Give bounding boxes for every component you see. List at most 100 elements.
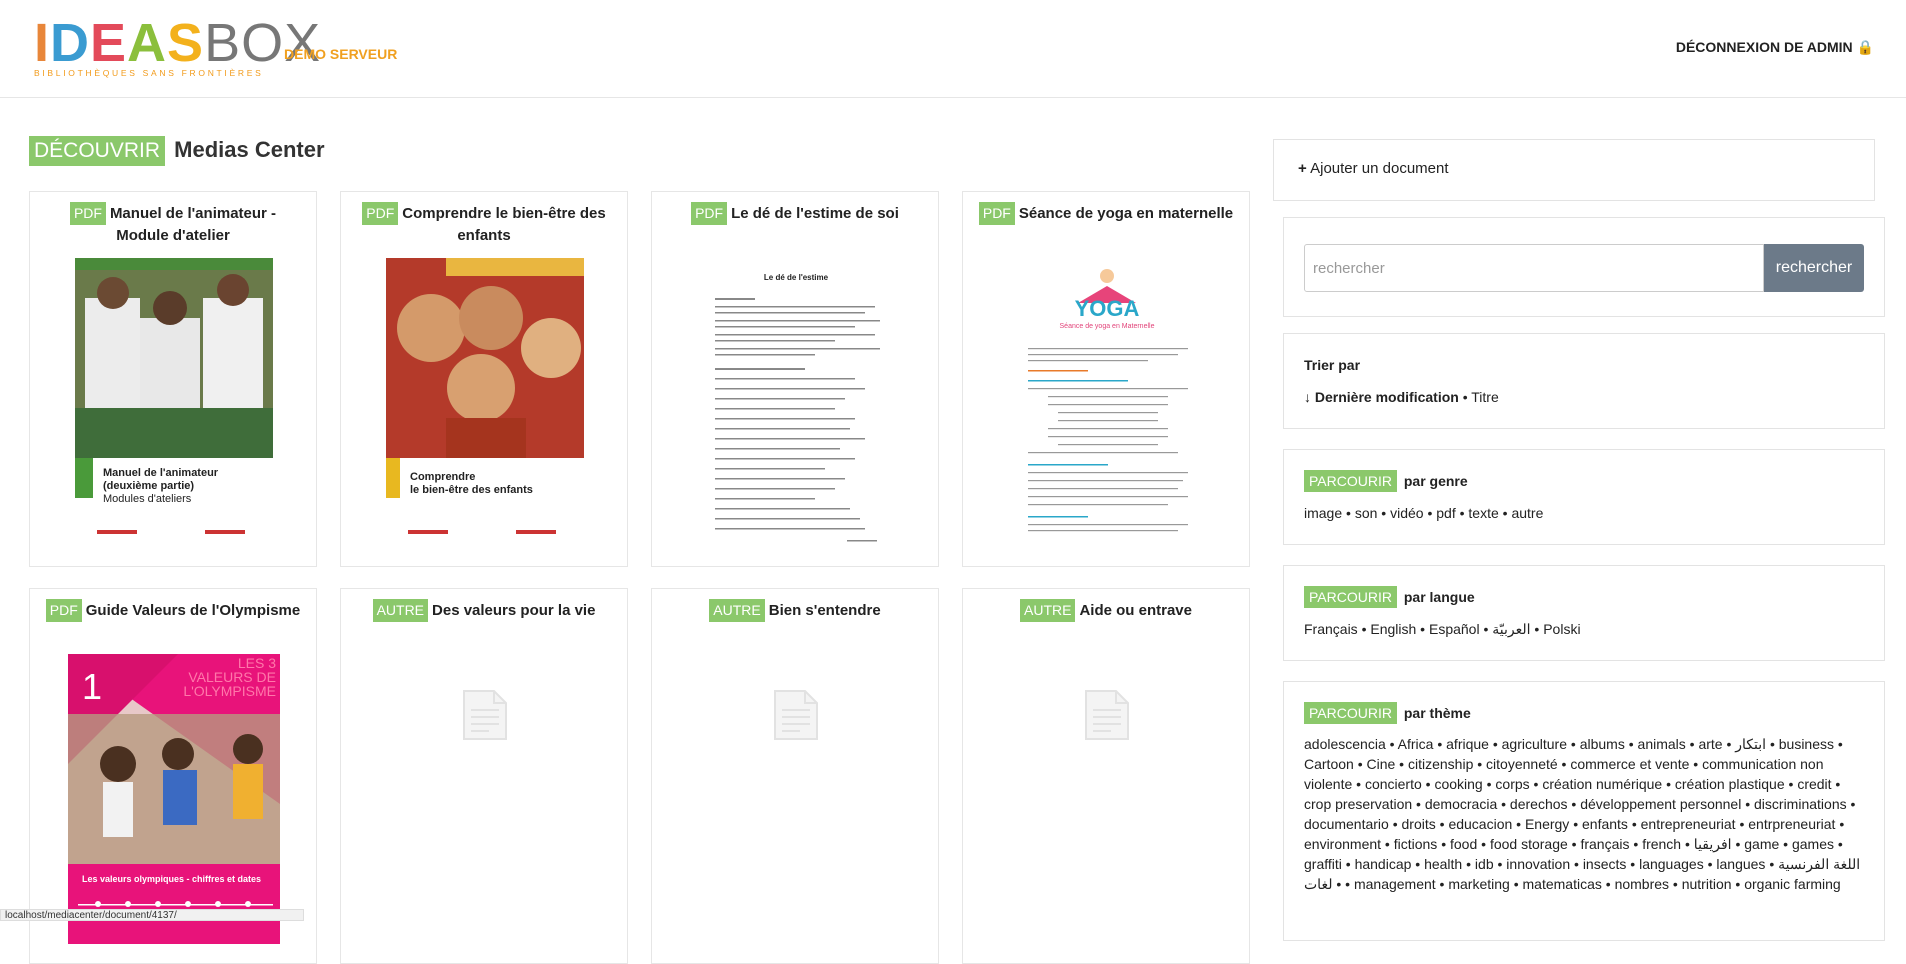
theme-link[interactable]: لغات bbox=[1304, 876, 1332, 892]
language-link[interactable]: English bbox=[1370, 621, 1416, 637]
add-document-link[interactable]: + Ajouter un document bbox=[1298, 160, 1449, 177]
sort-by-modified[interactable]: Dernière modification bbox=[1315, 389, 1459, 405]
search-button[interactable]: rechercher bbox=[1764, 244, 1864, 292]
genre-link[interactable]: texte bbox=[1468, 505, 1498, 521]
language-link[interactable]: Polski bbox=[1543, 621, 1580, 637]
media-card[interactable]: PDF Comprendre le bien-être des enfants C… bbox=[340, 191, 628, 567]
theme-link[interactable]: développement personnel bbox=[1580, 796, 1741, 812]
pdf-thumbnail[interactable]: 1 LES 3 VALEURS DE L'OLYMPISME Les valeu… bbox=[68, 654, 280, 944]
card-title[interactable]: PDF Guide Valeurs de l'Olympisme bbox=[42, 599, 304, 622]
genre-link[interactable]: image bbox=[1304, 505, 1342, 521]
cover-text: Modules d'ateliers bbox=[103, 493, 192, 505]
separator: • bbox=[1435, 876, 1449, 892]
theme-link[interactable]: educacion bbox=[1448, 816, 1512, 832]
theme-link[interactable]: langues bbox=[1716, 856, 1765, 872]
theme-link[interactable]: matematicas bbox=[1523, 876, 1602, 892]
genre-link[interactable]: vidéo bbox=[1390, 505, 1423, 521]
ideasbox-logo[interactable]: IDEASBOX BIBLIOTHÈQUES SANS FRONTIÈRES bbox=[34, 16, 321, 78]
card-title[interactable]: AUTRE Bien s'entendre bbox=[664, 599, 926, 622]
theme-link[interactable]: idb bbox=[1475, 856, 1494, 872]
theme-link[interactable]: entrepreneuriat bbox=[1641, 816, 1736, 832]
theme-link[interactable]: business bbox=[1779, 736, 1834, 752]
separator: • bbox=[1834, 736, 1843, 752]
media-card[interactable]: PDF Manuel de l'animateur - Module d'atel… bbox=[29, 191, 317, 567]
card-title[interactable]: PDF Séance de yoga en maternelle bbox=[975, 202, 1237, 225]
theme-link[interactable]: innovation bbox=[1506, 856, 1570, 872]
media-card[interactable]: AUTRE Aide ou entrave bbox=[962, 588, 1250, 964]
theme-link[interactable]: citizenship bbox=[1408, 756, 1473, 772]
logout-link[interactable]: DÉCONNEXION DE ADMIN 🔒 bbox=[1676, 39, 1874, 56]
theme-link[interactable]: Cartoon bbox=[1304, 756, 1354, 772]
media-card[interactable]: AUTRE Bien s'entendre bbox=[651, 588, 939, 964]
pdf-thumbnail[interactable]: Comprendre le bien-être des enfants bbox=[386, 258, 584, 548]
theme-link[interactable]: afrique bbox=[1446, 736, 1489, 752]
theme-link[interactable]: credit bbox=[1797, 776, 1831, 792]
pdf-thumbnail[interactable]: YOGA Séance de yoga en Maternelle bbox=[1008, 258, 1206, 548]
theme-link[interactable]: management bbox=[1354, 876, 1436, 892]
theme-link[interactable]: crop preservation bbox=[1304, 796, 1412, 812]
card-title[interactable]: AUTRE Des valeurs pour la vie bbox=[353, 599, 615, 622]
theme-link[interactable]: documentario bbox=[1304, 816, 1389, 832]
theme-link[interactable]: organic farming bbox=[1744, 876, 1841, 892]
theme-link[interactable]: corps bbox=[1495, 776, 1529, 792]
theme-link[interactable]: اللغة الفرنسية bbox=[1778, 856, 1860, 872]
theme-link[interactable]: marketing bbox=[1448, 876, 1509, 892]
theme-link[interactable]: albums bbox=[1580, 736, 1625, 752]
theme-link[interactable]: handicap bbox=[1355, 856, 1412, 872]
theme-link[interactable]: citoyenneté bbox=[1486, 756, 1558, 772]
sort-by-title[interactable]: Titre bbox=[1471, 389, 1498, 405]
theme-link[interactable]: game bbox=[1744, 836, 1779, 852]
card-title[interactable]: PDF Le dé de l'estime de soi bbox=[664, 202, 926, 225]
media-card[interactable]: PDF Guide Valeurs de l'Olympisme 1 LES 3 … bbox=[29, 588, 317, 964]
theme-link[interactable]: concierto bbox=[1365, 776, 1422, 792]
theme-link[interactable]: french bbox=[1642, 836, 1681, 852]
theme-link[interactable]: discriminations bbox=[1754, 796, 1847, 812]
search-input[interactable] bbox=[1304, 244, 1764, 292]
language-link[interactable]: Español bbox=[1429, 621, 1480, 637]
theme-link[interactable]: health bbox=[1424, 856, 1462, 872]
theme-link[interactable]: افريقيا bbox=[1694, 836, 1732, 852]
theme-link[interactable]: création plastique bbox=[1675, 776, 1785, 792]
theme-link[interactable]: games bbox=[1792, 836, 1834, 852]
theme-link[interactable]: français bbox=[1580, 836, 1629, 852]
pdf-thumbnail[interactable]: Manuel de l'animateur (deuxième partie) … bbox=[75, 258, 273, 548]
theme-link[interactable]: food storage bbox=[1490, 836, 1568, 852]
theme-link[interactable]: droits bbox=[1402, 816, 1436, 832]
genre-link[interactable]: autre bbox=[1511, 505, 1543, 521]
card-title[interactable]: PDF Manuel de l'animateur - Module d'atel… bbox=[42, 202, 304, 246]
theme-link[interactable]: agriculture bbox=[1502, 736, 1567, 752]
media-card[interactable]: AUTRE Des valeurs pour la vie bbox=[340, 588, 628, 964]
card-title[interactable]: PDF Comprendre le bien-être des enfants bbox=[353, 202, 615, 246]
theme-link[interactable]: Energy bbox=[1525, 816, 1569, 832]
theme-link[interactable]: animals bbox=[1638, 736, 1686, 752]
language-link[interactable]: العربيّة bbox=[1492, 621, 1530, 637]
pdf-thumbnail[interactable]: Le dé de l'estime bbox=[697, 258, 895, 548]
theme-link[interactable]: democracia bbox=[1425, 796, 1497, 812]
theme-link[interactable]: fictions bbox=[1394, 836, 1438, 852]
theme-link[interactable]: languages bbox=[1639, 856, 1704, 872]
media-card[interactable]: PDF Le dé de l'estime de soi Le dé de l'e… bbox=[651, 191, 939, 567]
theme-link[interactable]: food bbox=[1450, 836, 1477, 852]
theme-link[interactable]: ابتكار bbox=[1735, 736, 1766, 752]
theme-link[interactable]: environment bbox=[1304, 836, 1381, 852]
theme-link[interactable]: Cine bbox=[1367, 756, 1396, 772]
language-link[interactable]: Français bbox=[1304, 621, 1358, 637]
media-card[interactable]: PDF Séance de yoga en maternelle YOGA Séa… bbox=[962, 191, 1250, 567]
genre-link[interactable]: son bbox=[1355, 505, 1378, 521]
theme-link[interactable]: adolescencia bbox=[1304, 736, 1386, 752]
theme-link[interactable]: commerce et vente bbox=[1570, 756, 1689, 772]
theme-link[interactable]: nombres bbox=[1615, 876, 1669, 892]
genre-link[interactable]: pdf bbox=[1436, 505, 1455, 521]
theme-link[interactable]: entrpreneuriat bbox=[1748, 816, 1835, 832]
theme-link[interactable]: arte bbox=[1698, 736, 1722, 752]
theme-link[interactable]: insects bbox=[1583, 856, 1627, 872]
theme-link[interactable]: graffiti bbox=[1304, 856, 1342, 872]
theme-link[interactable]: création numérique bbox=[1542, 776, 1662, 792]
theme-link[interactable]: derechos bbox=[1510, 796, 1568, 812]
card-title[interactable]: AUTRE Aide ou entrave bbox=[975, 599, 1237, 622]
theme-link[interactable]: enfants bbox=[1582, 816, 1628, 832]
separator: • bbox=[1332, 876, 1342, 892]
theme-link[interactable]: cooking bbox=[1434, 776, 1482, 792]
theme-link[interactable]: nutrition bbox=[1682, 876, 1732, 892]
theme-link[interactable]: Africa bbox=[1398, 736, 1434, 752]
